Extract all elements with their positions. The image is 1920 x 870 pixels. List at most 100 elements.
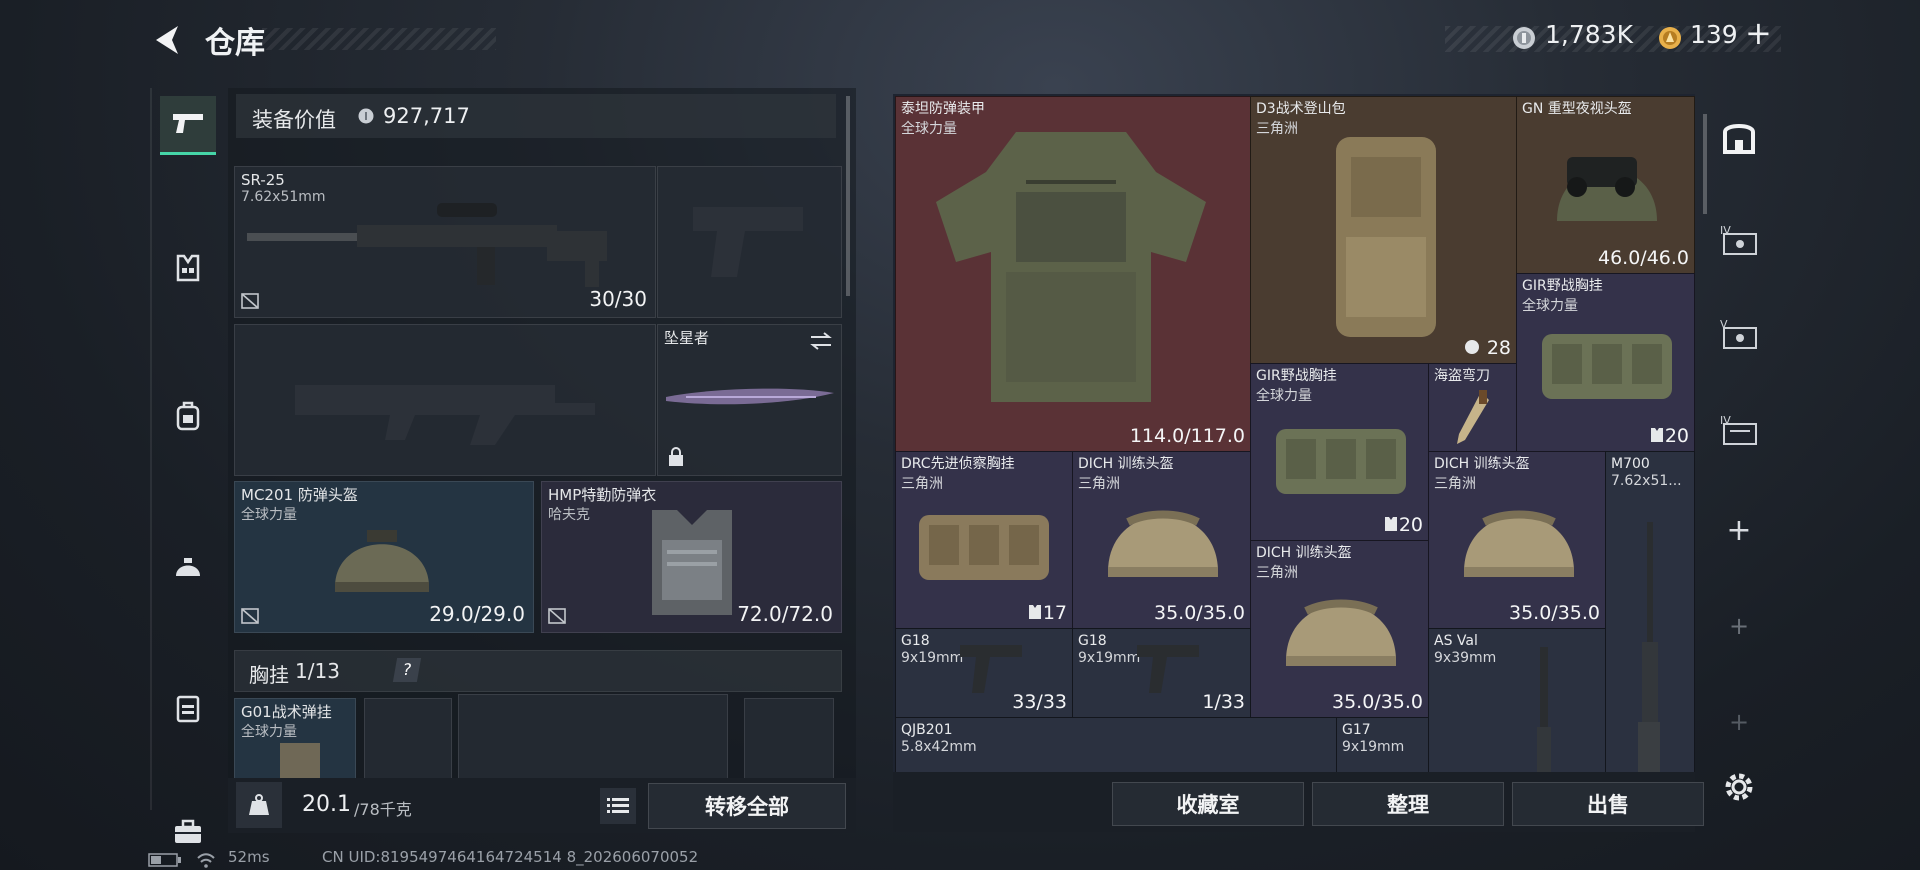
armor-slot[interactable]: HMP特勤防弹衣 哈夫克 72.0/72.0 [541, 481, 842, 633]
pistol-silhouette-icon [693, 207, 803, 277]
stash-item[interactable]: G18 9x19mm 33/33 [895, 628, 1073, 718]
stack-icon [1465, 340, 1479, 354]
item-name: G17 [1342, 722, 1371, 738]
item-value: 35.0/35.0 [1331, 691, 1423, 713]
gold-coin-icon [1659, 27, 1681, 49]
add-currency-button[interactable]: + [1745, 14, 1772, 52]
rifle-silhouette-icon [295, 385, 595, 445]
help-button[interactable]: ? [392, 658, 422, 682]
stash-item[interactable]: GN 重型夜视头盔 46.0/46.0 [1516, 96, 1695, 274]
primary-weapon-slot[interactable]: SR-25 7.62x51mm 30/30 [234, 166, 656, 318]
tab-case-5[interactable]: V [1711, 306, 1767, 362]
back-icon[interactable] [150, 22, 186, 58]
titan-armor-image [936, 132, 1206, 402]
item-value: 20 [1664, 425, 1689, 447]
item-name: DRC先进侦察胸挂 [901, 456, 1015, 472]
item-faction: 三角洲 [1256, 121, 1298, 137]
add-tab-button[interactable]: + [1711, 502, 1767, 558]
stash-item[interactable]: AS Val 9x39mm [1428, 628, 1606, 776]
stash-item[interactable]: D3战术登山包 三角洲 28 [1250, 96, 1517, 364]
stash-item[interactable]: G17 9x19mm [1336, 717, 1429, 776]
add-tab-button-disabled[interactable]: + [1711, 694, 1767, 750]
chest-rig-label: 胸挂 [249, 663, 289, 687]
no-insurance-icon [241, 608, 259, 624]
stash-item[interactable]: GIR野战胸挂 全球力量 20 [1250, 363, 1429, 541]
pistol-slot-empty[interactable] [657, 166, 842, 318]
nav-armor[interactable] [160, 680, 216, 736]
vest-small-icon [1385, 517, 1397, 531]
swap-icon[interactable] [809, 331, 833, 351]
pistol-icon [173, 114, 203, 133]
vest-icon [176, 254, 200, 282]
helmet-name: MC201 防弹头盔 [241, 486, 358, 504]
chest-rig-count: 1/13 [295, 659, 340, 683]
transfer-all-button[interactable]: 转移全部 [648, 783, 846, 829]
nav-backpack[interactable] [160, 388, 216, 444]
melee-slot[interactable]: 坠星者 [657, 324, 842, 476]
armor-name: HMP特勤防弹衣 [548, 486, 657, 504]
loadout-panel: 装备价值 927,717 SR-25 7.62x51mm 30/30 坠星者 M… [228, 88, 856, 833]
loadout-scrollbar[interactable] [846, 96, 850, 296]
helmet-slot[interactable]: MC201 防弹头盔 全球力量 29.0/29.0 [234, 481, 534, 633]
item-name: 海盗弯刀 [1434, 368, 1490, 384]
no-insurance-icon [548, 608, 566, 624]
stash-item[interactable]: DRC先进侦察胸挂 三角洲 17 [895, 451, 1073, 629]
item-value: 114.0/117.0 [1129, 425, 1245, 447]
item-value: 1/33 [1202, 691, 1245, 713]
m700-rifle-image [1638, 522, 1660, 772]
sell-button[interactable]: 出售 [1512, 782, 1704, 826]
stash-item[interactable]: M700 7.62x51... [1605, 451, 1695, 776]
secondary-weapon-slot-empty[interactable] [234, 324, 656, 476]
stash-item[interactable]: GIR野战胸挂 全球力量 20 [1516, 273, 1695, 452]
silver-amount: 1,783K [1545, 20, 1633, 49]
armor-icon [176, 695, 200, 723]
stash-item[interactable]: DICH 训练头盔 三角洲 35.0/35.0 [1250, 540, 1429, 718]
nav-chest-rig[interactable] [160, 240, 216, 296]
chest-rig-image [919, 515, 1049, 580]
add-tab-button-disabled[interactable]: + [1711, 598, 1767, 654]
tab-case-4[interactable]: IV [1711, 212, 1767, 268]
item-faction: 三角洲 [901, 476, 943, 492]
rig-slot-empty[interactable] [458, 694, 728, 790]
stash-item[interactable]: DICH 训练头盔 三角洲 35.0/35.0 [1072, 451, 1251, 629]
rig-slot-empty[interactable] [744, 698, 834, 790]
item-value: 33/33 [1012, 691, 1067, 713]
item-value: 46.0/46.0 [1597, 247, 1689, 269]
max-weight: /78千克 [354, 800, 412, 819]
weight-icon-box [236, 782, 282, 828]
list-view-button[interactable] [600, 788, 636, 824]
helmet-image [1464, 510, 1574, 577]
item-value: 17 [1042, 602, 1067, 624]
stash-item[interactable]: DICH 训练头盔 三角洲 35.0/35.0 [1428, 451, 1606, 629]
item-faction: 9x19mm [1342, 739, 1405, 755]
collection-room-button[interactable]: 收藏室 [1112, 782, 1304, 826]
battery-icon [148, 853, 181, 867]
item-faction: 7.62x51... [1611, 473, 1682, 489]
stash-tab-nav: IV V IV + + + [1705, 94, 1773, 812]
container-icon: IV [1720, 414, 1757, 445]
title-decoration [262, 28, 496, 50]
item-name: DICH 训练头盔 [1256, 545, 1352, 561]
item-faction: 9x19mm [1078, 650, 1141, 666]
nav-helmet[interactable] [160, 540, 216, 596]
tab-main-stash[interactable] [1711, 110, 1767, 166]
sort-button[interactable]: 整理 [1312, 782, 1504, 826]
ping-text: 52ms [228, 848, 270, 866]
stash-item[interactable]: 海盗弯刀 [1428, 363, 1517, 452]
tab-case-4b[interactable]: IV [1711, 402, 1767, 458]
settings-gear-icon[interactable] [1722, 770, 1756, 804]
stash-item[interactable]: QJB201 5.8x42mm [895, 717, 1337, 776]
nav-weapons[interactable] [160, 96, 216, 155]
rig-slot-empty[interactable] [364, 698, 452, 790]
container-icon: V [1720, 318, 1757, 349]
item-value: 35.0/35.0 [1508, 602, 1600, 624]
vest-small-icon [1029, 605, 1041, 619]
stash-item[interactable]: 泰坦防弹装甲 全球力量 114.0/117.0 [895, 96, 1251, 452]
sr25-rifle-image [247, 203, 607, 287]
pistol-image [1137, 645, 1199, 693]
chest-rig-item[interactable]: G01战术弹挂 全球力量 [234, 698, 356, 790]
no-insurance-icon [241, 293, 259, 309]
helmet-icon [176, 558, 200, 576]
item-faction: 全球力量 [1256, 388, 1312, 404]
stash-item[interactable]: G18 9x19mm 1/33 [1072, 628, 1251, 718]
